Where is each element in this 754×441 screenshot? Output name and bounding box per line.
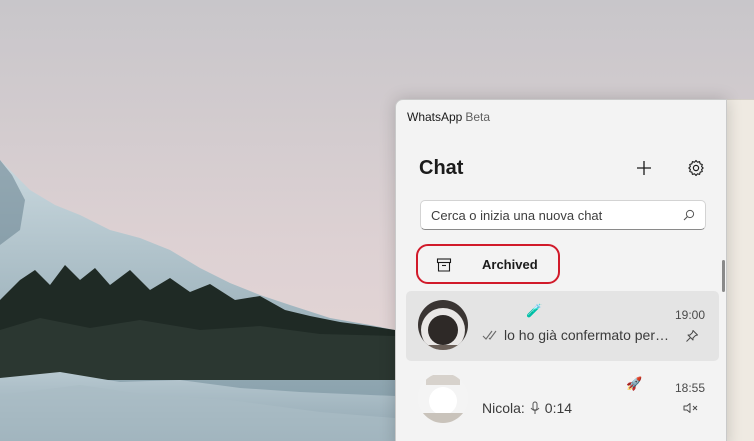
message-preview-text: lo ho già confermato per… <box>504 327 669 343</box>
message-sender: Nicola: <box>482 400 525 416</box>
message-preview-text: 0:14 <box>544 400 573 416</box>
archived-label: Archived <box>482 257 538 272</box>
plus-icon <box>637 161 651 175</box>
settings-button[interactable] <box>682 154 710 182</box>
archived-chats-button[interactable]: Archived <box>416 244 560 284</box>
app-name: WhatsApp <box>407 110 463 124</box>
chat-panel-background <box>727 99 754 441</box>
avatar <box>418 300 468 350</box>
scrollbar[interactable] <box>722 260 725 292</box>
search-input[interactable] <box>431 207 683 223</box>
search-box[interactable] <box>420 200 706 230</box>
archive-box-icon <box>436 258 452 272</box>
message-preview: lo ho già confermato per… <box>482 327 697 343</box>
microphone-icon <box>530 401 540 414</box>
pin-icon <box>686 330 698 342</box>
avatar <box>418 373 468 423</box>
gear-icon <box>688 159 704 177</box>
app-badge: Beta <box>465 110 491 124</box>
chat-list-item[interactable]: 🚀 Nicola: 0:14 18:55 <box>406 364 719 434</box>
message-time: 18:55 <box>674 381 705 395</box>
message-preview: Nicola: 0:14 <box>482 400 697 416</box>
chat-name-emoji: 🚀 <box>626 376 643 391</box>
chat-list-item[interactable]: 🧪 lo ho già confermato per… 19:00 <box>406 291 719 361</box>
window-titlebar: WhatsApp Beta <box>407 110 490 124</box>
double-check-icon <box>482 330 497 340</box>
new-chat-button[interactable] <box>630 154 658 182</box>
chat-name-emoji: 🧪 <box>526 303 543 318</box>
muted-icon <box>683 403 698 413</box>
search-icon <box>683 209 695 221</box>
page-title: Chat <box>419 157 464 179</box>
whatsapp-window: WhatsAppBeta Chat Archived <box>395 99 727 441</box>
message-time: 19:00 <box>674 308 705 322</box>
